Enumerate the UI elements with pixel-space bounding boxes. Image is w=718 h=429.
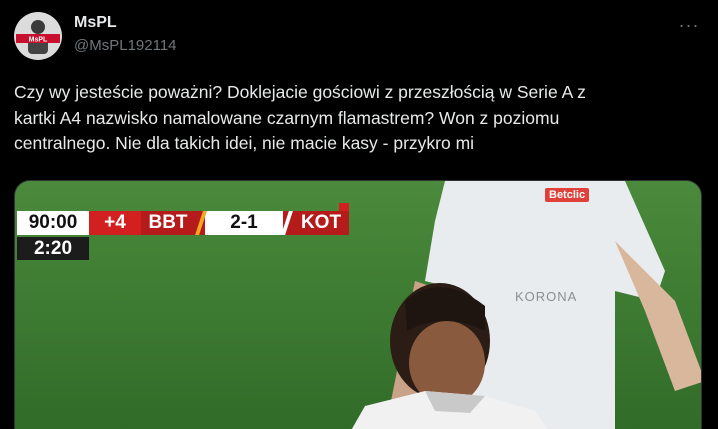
scoreboard-divider — [195, 211, 205, 235]
match-time: 90:00 — [17, 211, 89, 235]
more-options-button[interactable]: ··· — [674, 14, 704, 36]
avatar-image: MsPL — [14, 12, 62, 60]
author-handle[interactable]: @MsPL192114 — [74, 37, 177, 54]
avatar-logo-text: MsPL — [29, 37, 48, 44]
added-time: +4 — [89, 211, 141, 235]
home-team: BBT — [141, 211, 195, 235]
match-score: 2-1 — [205, 211, 283, 235]
away-team-label: KOT — [300, 212, 342, 233]
shirt-brand-text: KORONA — [515, 289, 578, 304]
more-dots-icon: ··· — [678, 14, 700, 35]
tweet: MsPL MsPL @MsPL192114 ··· Czy wy jesteśc… — [0, 0, 718, 429]
scoreboard: 90:00 +4 BBT 2-1 KOT — [17, 203, 349, 235]
shirt-sponsor-badge: Betclic — [545, 188, 590, 202]
scoreboard-corner — [339, 203, 349, 211]
scoreboard-divider — [283, 211, 293, 235]
tweet-media[interactable]: Betclic KORONA 90:00 +4 BBT 2-1 KOT 2:20 — [14, 180, 702, 429]
tweet-text: Czy wy jesteście poważni? Doklejacie goś… — [14, 82, 586, 153]
author-name[interactable]: MsPL — [74, 14, 117, 32]
extra-time-clock: 2:20 — [17, 237, 89, 260]
avatar[interactable]: MsPL — [14, 12, 62, 60]
away-team: KOT — [293, 203, 349, 235]
